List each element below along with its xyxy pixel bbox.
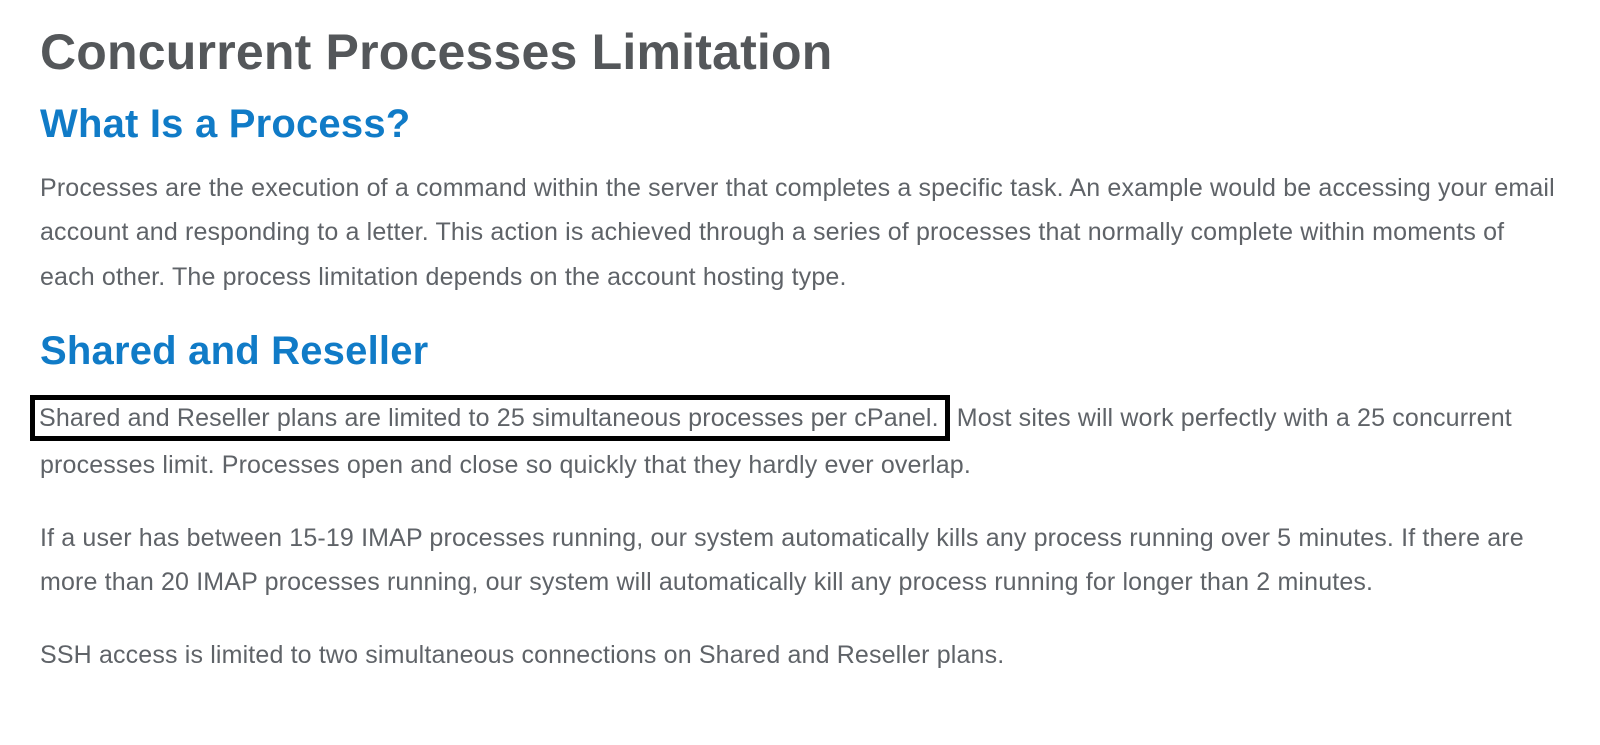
paragraph-shared-reseller-limits: Shared and Reseller plans are limited to… — [40, 393, 1560, 488]
paragraph-ssh-limits: SSH access is limited to two simultaneou… — [40, 633, 1560, 678]
section-heading-what-is-process: What Is a Process? — [40, 100, 1560, 148]
page-title: Concurrent Processes Limitation — [40, 24, 1560, 82]
highlighted-sentence: Shared and Reseller plans are limited to… — [30, 395, 950, 441]
paragraph-what-is-process: Processes are the execution of a command… — [40, 166, 1560, 300]
paragraph-imap-limits: If a user has between 15-19 IMAP process… — [40, 516, 1560, 605]
document-page: Concurrent Processes Limitation What Is … — [0, 0, 1600, 745]
section-heading-shared-reseller: Shared and Reseller — [40, 327, 1560, 375]
